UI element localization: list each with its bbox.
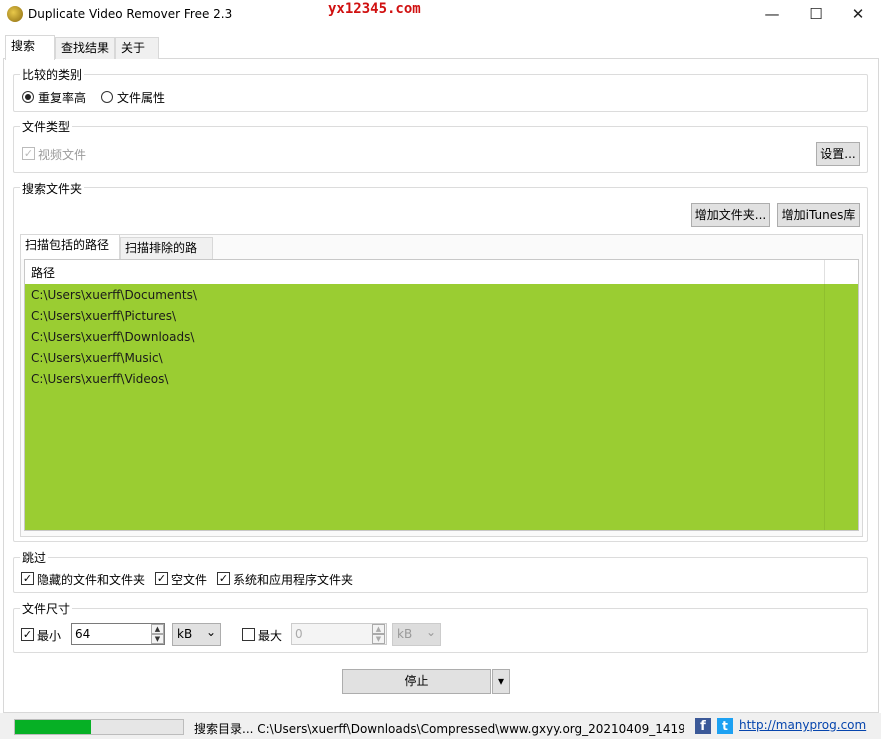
- tab-about[interactable]: 关于: [115, 37, 159, 59]
- skip-hidden-checkbox[interactable]: ✓: [21, 572, 34, 585]
- chevron-down-icon: ⌄: [426, 625, 437, 639]
- tab-search[interactable]: 搜索: [5, 35, 55, 60]
- list-item[interactable]: C:\Users\xuerff\Downloads\: [31, 330, 194, 344]
- chevron-down-icon: ⌄: [206, 625, 217, 639]
- radio-high-duplicate[interactable]: [22, 91, 34, 103]
- max-size-spin-up[interactable]: ▲: [372, 624, 385, 634]
- column-divider-body: [824, 284, 825, 530]
- tab-results[interactable]: 查找结果: [55, 37, 115, 59]
- list-item[interactable]: C:\Users\xuerff\Music\: [31, 351, 163, 365]
- max-size-label[interactable]: 最大: [258, 627, 282, 644]
- add-itunes-button[interactable]: 增加iTunes库: [777, 203, 860, 227]
- video-file-checkbox[interactable]: ✓: [22, 147, 35, 160]
- file-type-legend: 文件类型: [20, 118, 73, 135]
- max-size-unit-select[interactable]: kB ⌄: [392, 623, 441, 646]
- stop-options-dropdown[interactable]: ▾: [492, 669, 510, 694]
- max-size-spin-down[interactable]: ▼: [372, 634, 385, 644]
- app-icon: [7, 6, 23, 22]
- skip-empty-label[interactable]: 空文件: [171, 571, 207, 588]
- website-link[interactable]: http://manyprog.com: [739, 718, 866, 732]
- list-item[interactable]: C:\Users\xuerff\Videos\: [31, 372, 168, 386]
- min-size-unit-select[interactable]: kB ⌄: [172, 623, 221, 646]
- settings-button[interactable]: 设置...: [816, 142, 860, 166]
- radio-file-attributes[interactable]: [101, 91, 113, 103]
- min-size-spin-down[interactable]: ▼: [151, 634, 164, 644]
- list-item[interactable]: C:\Users\xuerff\Documents\: [31, 288, 197, 302]
- skip-legend: 跳过: [20, 549, 49, 566]
- stop-button[interactable]: 停止: [342, 669, 491, 694]
- close-button[interactable]: ✕: [835, 0, 881, 30]
- skip-empty-checkbox[interactable]: ✓: [155, 572, 168, 585]
- watermark-text: yx12345.com: [328, 1, 421, 17]
- skip-hidden-label[interactable]: 隐藏的文件和文件夹: [37, 571, 145, 588]
- file-size-legend: 文件尺寸: [20, 600, 73, 617]
- add-folder-button[interactable]: 增加文件夹...: [691, 203, 770, 227]
- window-title: Duplicate Video Remover Free 2.3: [28, 7, 233, 21]
- skip-system-label[interactable]: 系统和应用程序文件夹: [233, 571, 353, 588]
- status-text: 搜索目录... C:\Users\xuerff\Downloads\Compre…: [194, 722, 684, 736]
- min-size-checkbox[interactable]: ✓: [21, 628, 34, 641]
- radio-file-attributes-label[interactable]: 文件属性: [117, 89, 165, 106]
- file-type-group: [13, 126, 868, 173]
- column-divider: [824, 260, 825, 284]
- search-folders-legend: 搜索文件夹: [20, 180, 85, 197]
- tab-exclude-paths[interactable]: 扫描排除的路径: [120, 237, 213, 275]
- compare-legend: 比较的类别: [20, 66, 85, 83]
- twitter-icon[interactable]: t: [717, 718, 733, 734]
- min-size-unit-value: kB: [177, 627, 193, 641]
- maximize-button[interactable]: ☐: [793, 0, 839, 30]
- video-file-label: 视频文件: [38, 148, 87, 162]
- min-size-spin-up[interactable]: ▲: [151, 624, 164, 634]
- list-item[interactable]: C:\Users\xuerff\Pictures\: [31, 309, 176, 323]
- radio-high-duplicate-label[interactable]: 重复率高: [38, 89, 86, 106]
- min-size-label[interactable]: 最小: [37, 627, 61, 644]
- column-header-path[interactable]: 路径: [31, 264, 55, 281]
- tab-include-paths[interactable]: 扫描包括的路径: [20, 234, 120, 259]
- progress-bar-fill: [15, 720, 91, 734]
- facebook-icon[interactable]: f: [695, 718, 711, 734]
- minimize-button[interactable]: —: [749, 0, 795, 30]
- max-size-checkbox[interactable]: [242, 628, 255, 641]
- max-size-unit-value: kB: [397, 627, 413, 641]
- skip-system-checkbox[interactable]: ✓: [217, 572, 230, 585]
